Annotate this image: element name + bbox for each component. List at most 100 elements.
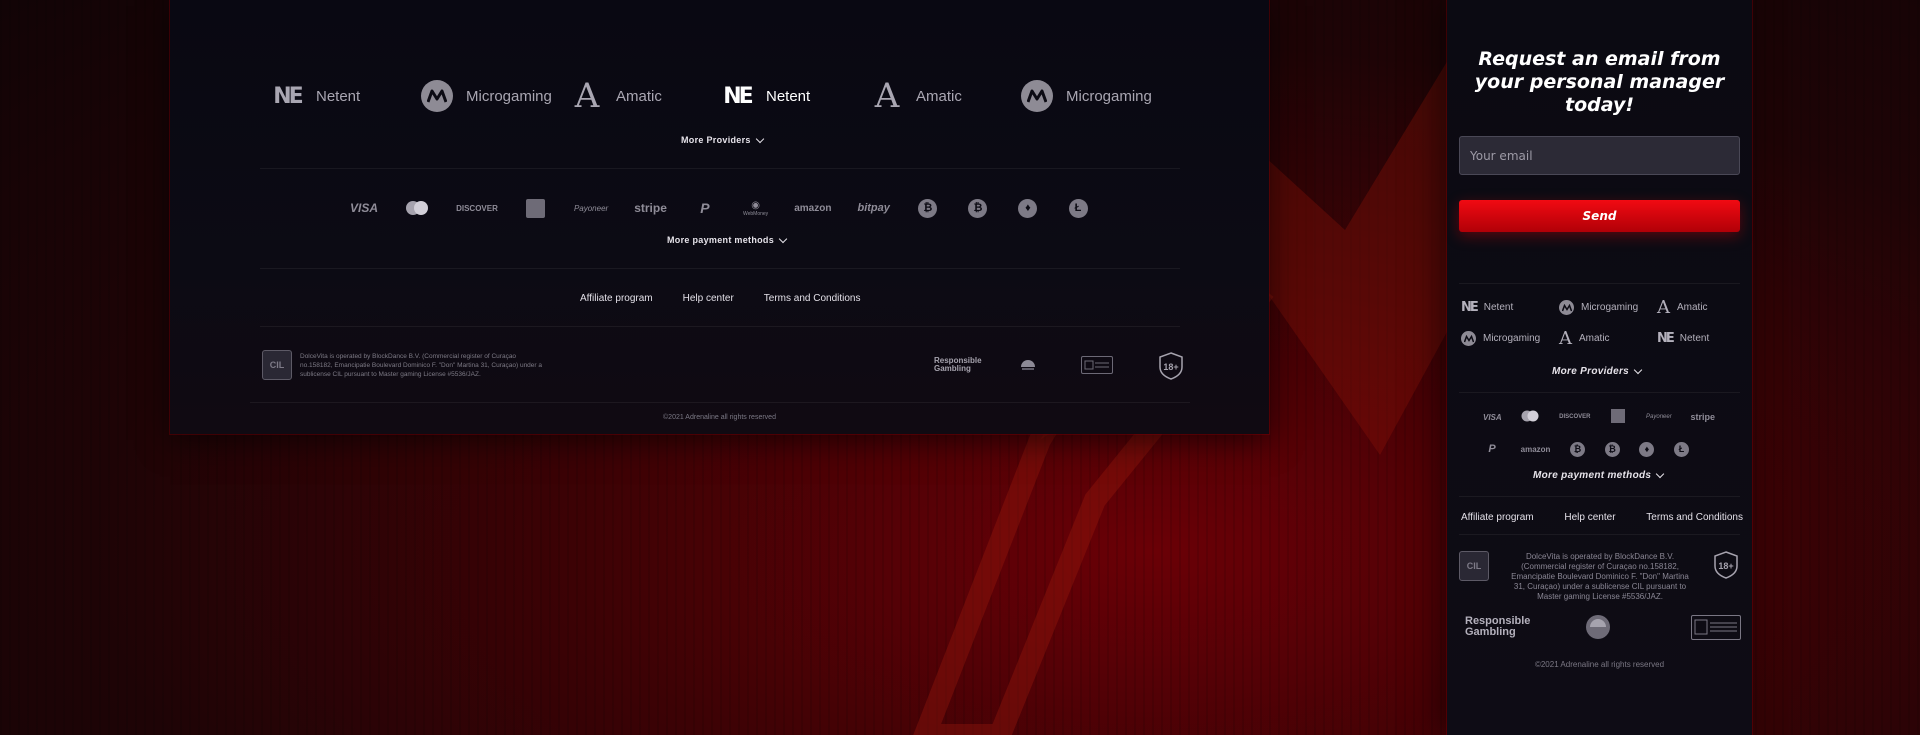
stripe-icon: stripe <box>634 201 667 215</box>
visa-icon: VISA <box>350 201 379 215</box>
amazon-icon: amazon <box>794 202 832 214</box>
discover-icon: DISCOVER <box>1559 414 1591 420</box>
heading-text: Request an email from your personal mana… <box>1474 48 1725 116</box>
bitcoin-icon: ₿ <box>1604 441 1620 457</box>
provider-label: Amatic <box>616 87 662 105</box>
paypal-icon: P <box>700 200 710 216</box>
provider-netent[interactable]: NE Netent <box>270 79 420 113</box>
provider-label: Amatic <box>1579 333 1610 344</box>
age-18-plus-icon: 18+ <box>1714 551 1738 579</box>
discover-icon: DISCOVER <box>456 203 498 213</box>
provider-microgaming[interactable]: Microgaming <box>1559 298 1657 317</box>
provider-microgaming[interactable]: Microgaming <box>1461 329 1559 348</box>
provider-netent[interactable]: NE Netent <box>1657 329 1741 348</box>
copyright: ©2021 Adrenaline all rights reserved <box>663 414 776 421</box>
terms-and-conditions-link[interactable]: Terms and Conditions <box>764 293 861 304</box>
paypal-icon: P <box>1488 443 1496 455</box>
license-text: DolceVita is operated by BlockDance B.V.… <box>300 353 542 378</box>
provider-label: Microgaming <box>1581 302 1639 313</box>
bitcoin-icon: ₿ <box>1570 441 1586 457</box>
more-providers-label: More Providers <box>1552 366 1630 377</box>
license-text: DolceVita is operated by BlockDance B.V.… <box>1511 552 1689 601</box>
netent-logo-icon: NE <box>723 83 754 109</box>
provider-amatic[interactable]: A Amatic <box>570 79 720 113</box>
visa-icon: VISA <box>1483 412 1502 422</box>
age-18-plus-icon: 18+ <box>1159 352 1183 380</box>
age-badge-label: 18+ <box>1163 362 1178 372</box>
chevron-down-icon <box>1633 365 1643 375</box>
divider <box>1459 534 1740 535</box>
personal-manager-panel: Request an email from your personal mana… <box>1447 0 1752 735</box>
ethereum-icon: ♦ <box>1016 196 1040 220</box>
microgaming-logo-icon <box>1020 79 1054 113</box>
webmoney-icon: ◉ WebMoney <box>742 199 769 217</box>
affiliate-program-link[interactable]: Affiliate program <box>580 293 653 304</box>
help-center-link[interactable]: Help center <box>1564 512 1615 523</box>
terms-and-conditions-link[interactable]: Terms and Conditions <box>1646 512 1743 523</box>
mastercard-icon <box>1520 410 1540 424</box>
more-payment-methods-button[interactable]: More payment methods <box>667 234 788 245</box>
license-badge-icon[interactable]: CIL <box>1459 551 1489 581</box>
amatic-logo-icon: A <box>1657 296 1670 318</box>
provider-amatic[interactable]: A Amatic <box>870 79 1020 113</box>
bitcoin-icon: ₿ <box>966 196 990 220</box>
provider-label: Netent <box>766 87 811 105</box>
divider <box>1459 392 1740 393</box>
netent-logo-icon: NE <box>273 83 304 109</box>
amazon-icon: amazon <box>1520 444 1551 454</box>
side-payments-row-1: VISA DISCOVER Payoneer stripe <box>1483 408 1715 426</box>
affiliate-program-link[interactable]: Affiliate program <box>1461 512 1534 523</box>
license-badge-icon[interactable]: CIL <box>262 350 292 380</box>
provider-label: Amatic <box>916 87 962 105</box>
side-footer-links: Affiliate program Help center Terms and … <box>1461 512 1743 523</box>
provider-netent[interactable]: NE Netent <box>720 79 870 113</box>
divider <box>260 268 1180 269</box>
amex-icon <box>524 196 548 220</box>
side-providers-grid: NE Netent Microgaming A Amatic Microgaming… <box>1461 298 1741 348</box>
more-providers-button[interactable]: More Providers <box>681 134 764 145</box>
provider-microgaming[interactable]: Microgaming <box>420 79 570 113</box>
gaming-curacao-icon[interactable] <box>1691 615 1741 640</box>
responsible-gambling-logo[interactable]: Responsible Gambling <box>934 357 982 373</box>
more-payment-methods-button[interactable]: More payment methods <box>1533 469 1665 481</box>
divider <box>1459 496 1740 497</box>
provider-amatic[interactable]: A Amatic <box>1559 329 1657 348</box>
microgaming-logo-icon <box>420 79 454 113</box>
itech-labs-icon[interactable] <box>1585 614 1611 640</box>
main-footer: NE Netent Microgaming A Amatic NE Netent… <box>170 0 1269 434</box>
stripe-icon: stripe <box>1690 412 1715 422</box>
amatic-logo-icon: A <box>1559 327 1572 349</box>
help-center-link[interactable]: Help center <box>683 293 734 304</box>
mastercard-icon <box>404 196 430 220</box>
chevron-down-icon <box>1656 469 1665 479</box>
request-email-heading: Request an email from your personal mana… <box>1447 48 1752 117</box>
more-providers-button[interactable]: More Providers <box>1552 365 1643 377</box>
ethereum-icon: ♦ <box>1639 441 1655 457</box>
divider <box>250 402 1190 403</box>
litecoin-icon: Ł <box>1674 441 1689 457</box>
email-input[interactable] <box>1459 136 1740 175</box>
provider-microgaming[interactable]: Microgaming <box>1020 79 1170 113</box>
bitpay-icon: bitpay <box>857 202 890 214</box>
chevron-down-icon <box>755 134 764 143</box>
send-button[interactable]: Send <box>1459 200 1740 232</box>
gaming-curacao-icon[interactable] <box>1081 356 1113 374</box>
divider <box>260 168 1180 169</box>
provider-label: Microgaming <box>1483 333 1541 344</box>
more-payment-label: More payment methods <box>667 235 775 245</box>
provider-label: Netent <box>1679 333 1710 344</box>
divider <box>1459 283 1740 284</box>
payment-methods-row: VISA DISCOVER Payoneer stripe P ◉ WebMone… <box>350 196 1090 220</box>
webmoney-label: WebMoney <box>742 210 769 217</box>
provider-netent[interactable]: NE Netent <box>1461 298 1559 317</box>
payoneer-icon: Payoneer <box>1646 414 1672 420</box>
provider-label: Netent <box>316 87 361 105</box>
itech-labs-icon[interactable] <box>1018 356 1038 376</box>
provider-label: Microgaming <box>1066 87 1152 105</box>
responsible-gambling-logo[interactable]: Responsible Gambling <box>1465 616 1535 638</box>
netent-logo-icon: NE <box>1657 331 1675 346</box>
provider-amatic[interactable]: A Amatic <box>1657 298 1741 317</box>
providers-row: NE Netent Microgaming A Amatic NE Netent… <box>270 76 1170 116</box>
more-payment-label: More payment methods <box>1533 470 1652 481</box>
amatic-logo-icon: A <box>874 76 900 116</box>
